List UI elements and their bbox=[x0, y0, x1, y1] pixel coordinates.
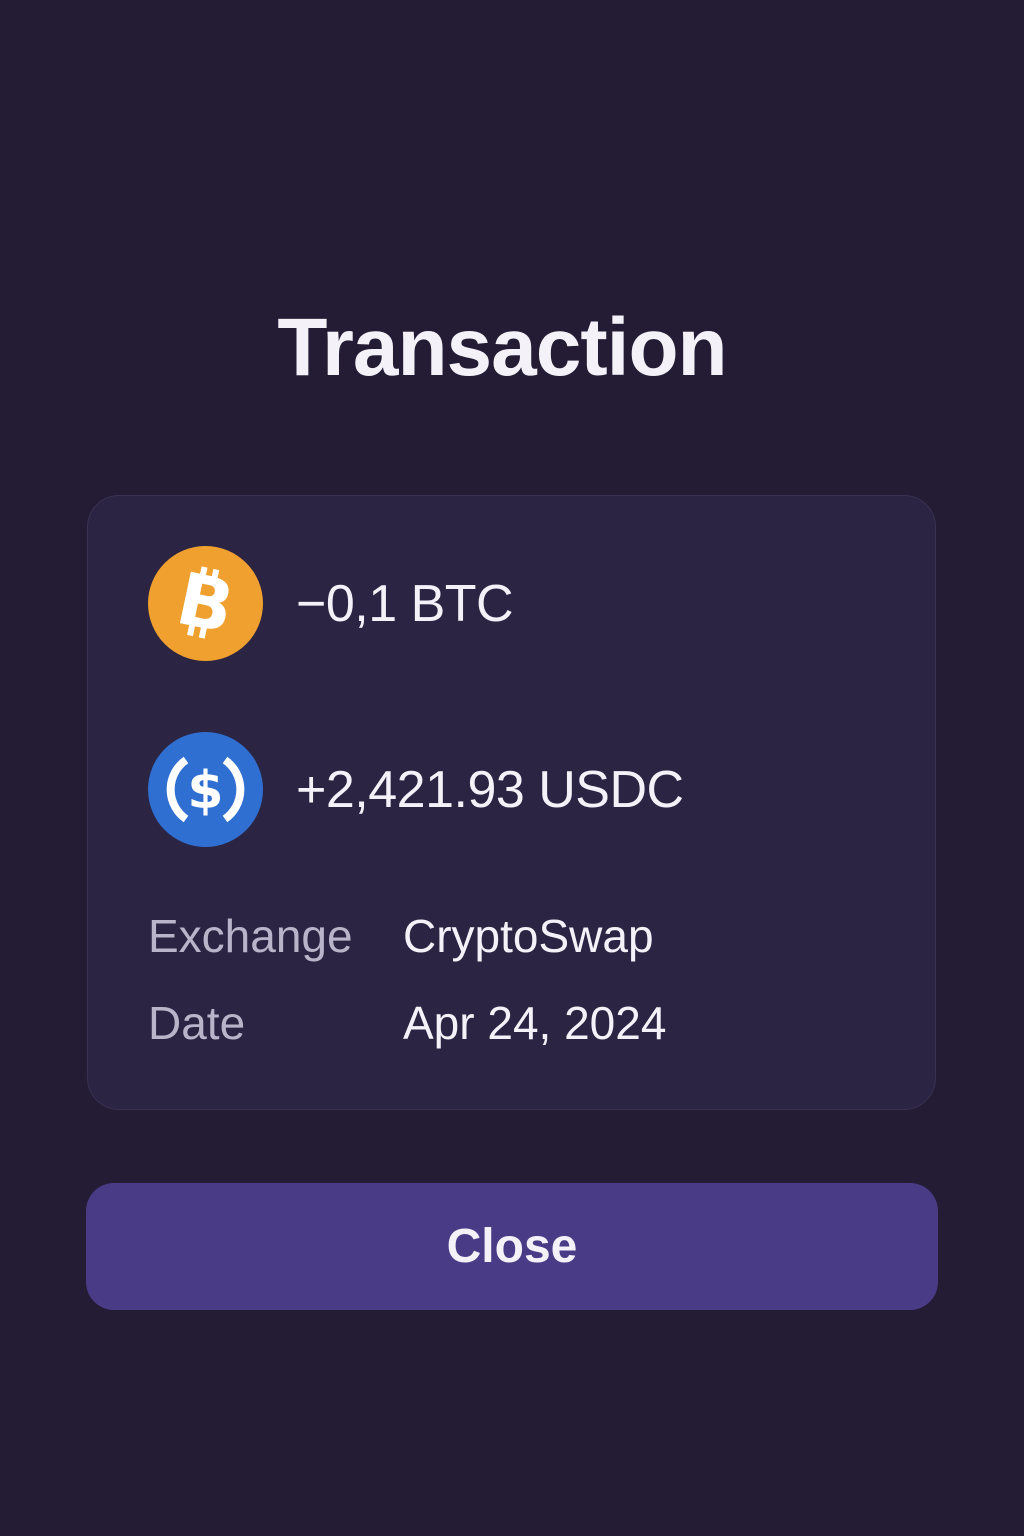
date-value: Apr 24, 2024 bbox=[403, 997, 667, 1049]
received-amount: +2,421.93 USDC bbox=[296, 760, 684, 819]
exchange-value: CryptoSwap bbox=[403, 910, 654, 962]
sent-amount: −0,1 BTC bbox=[296, 574, 514, 633]
date-label: Date bbox=[148, 997, 246, 1049]
sent-asset-row: B −0,1 BTC bbox=[148, 546, 514, 661]
received-asset-row: $ +2,421.93 USDC bbox=[148, 732, 684, 847]
exchange-row: Exchange CryptoSwap bbox=[148, 908, 654, 964]
date-row: Date Apr 24, 2024 bbox=[148, 995, 666, 1051]
page-title: Transaction bbox=[277, 302, 727, 393]
usdc-icon: $ bbox=[148, 732, 263, 847]
exchange-label: Exchange bbox=[148, 910, 353, 962]
close-button[interactable]: Close bbox=[86, 1183, 938, 1310]
bitcoin-icon: B bbox=[148, 546, 263, 661]
transaction-card: B −0,1 BTC $ +2,421.93 USDC Exchange Cry… bbox=[87, 495, 936, 1110]
svg-text:$: $ bbox=[187, 761, 223, 821]
